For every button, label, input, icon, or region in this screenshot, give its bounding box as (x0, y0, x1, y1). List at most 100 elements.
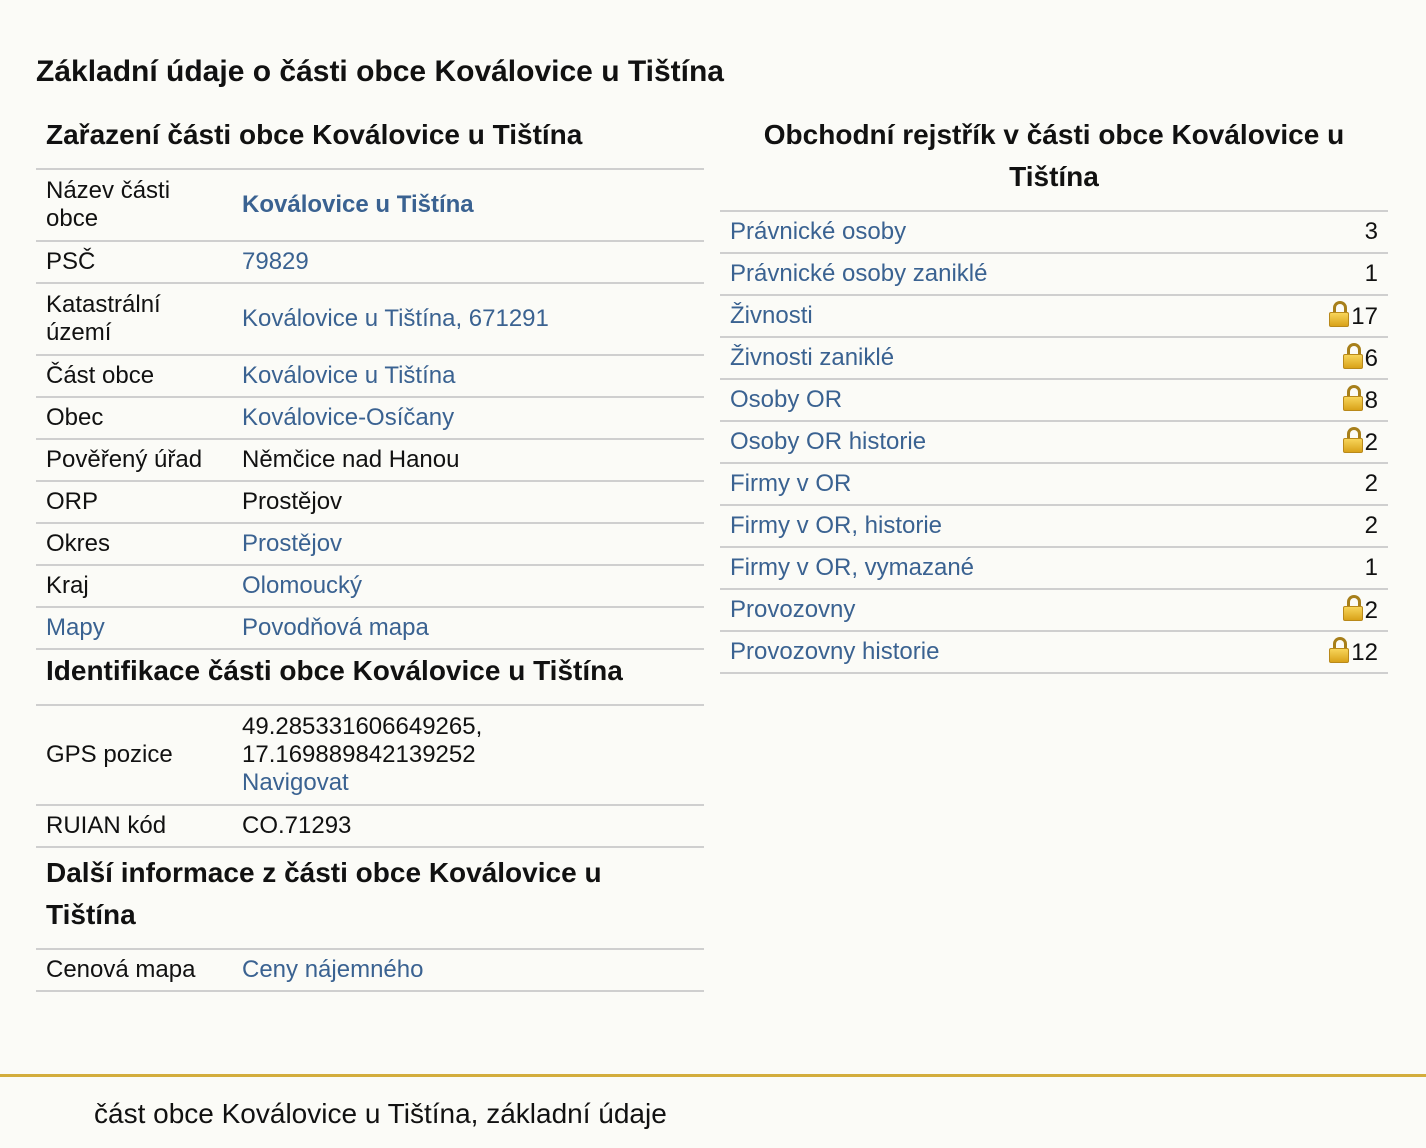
page: Základní údaje o části obce Koválovice u… (0, 0, 1426, 1148)
identifikace-table: GPS pozice 49.285331606649265, 17.169889… (36, 706, 704, 848)
register-count: 3 (1364, 218, 1378, 245)
register-item-link[interactable]: Živnosti zaniklé (730, 344, 894, 371)
left-column: Zařazení části obce Koválovice u Tištína… (36, 110, 704, 992)
table-row: Kraj Olomoucký (36, 565, 704, 608)
navigate-link[interactable]: Navigovat (242, 769, 349, 796)
row-label: Název části obce (36, 170, 232, 242)
register-item-link[interactable]: Firmy v OR, vymazané (730, 554, 974, 581)
register-item-link[interactable]: Provozovny historie (730, 638, 939, 665)
table-row: Živnosti 17 (720, 295, 1388, 338)
cadastral-area-link[interactable]: Koválovice u Tištína, 671291 (242, 305, 549, 332)
register-item-link[interactable]: Živnosti (730, 302, 813, 329)
register-count: 2 (1364, 470, 1378, 497)
row-label: Okres (36, 523, 232, 566)
register-count-cell: 2 (1248, 589, 1388, 632)
register-count-cell: 1 (1248, 253, 1388, 296)
register-item-link[interactable]: Právnické osoby (730, 218, 906, 245)
register-count: 8 (1364, 387, 1378, 414)
table-row: Část obce Koválovice u Tištína (36, 355, 704, 398)
gps-latitude: 49.285331606649265, (242, 713, 483, 740)
table-row: PSČ 79829 (36, 241, 704, 284)
row-label: Cenová mapa (36, 950, 232, 992)
municipality-link[interactable]: Koválovice-Osíčany (242, 404, 454, 431)
district-link[interactable]: Prostějov (242, 530, 342, 557)
register-item-link[interactable]: Firmy v OR (730, 470, 851, 497)
lock-icon (1329, 301, 1350, 327)
row-label: Obec (36, 397, 232, 440)
section-title-identifikace: Identifikace části obce Koválovice u Tiš… (36, 650, 704, 706)
table-row: GPS pozice 49.285331606649265, 17.169889… (36, 706, 704, 806)
right-column: Obchodní rejstřík v části obce Koválovic… (720, 110, 1388, 674)
gps-longitude: 17.169889842139252 (242, 741, 476, 768)
dalsi-table: Cenová mapa Ceny nájemného (36, 950, 704, 992)
lock-icon (1342, 595, 1363, 621)
section-title-zarazeni: Zařazení části obce Koválovice u Tištína (36, 110, 704, 170)
table-row: ORP Prostějov (36, 481, 704, 524)
section-title-rejstrik: Obchodní rejstřík v části obce Koválovic… (720, 110, 1388, 212)
table-row: Právnické osoby zaniklé 1 (720, 253, 1388, 296)
table-row: RUIAN kód CO.71293 (36, 805, 704, 848)
register-count: 2 (1364, 429, 1378, 456)
register-item-link[interactable]: Firmy v OR, historie (730, 512, 942, 539)
register-count-cell: 17 (1248, 295, 1388, 338)
part-name-link[interactable]: Koválovice u Tištína (242, 191, 474, 218)
register-count: 2 (1364, 597, 1378, 624)
page-title: Základní údaje o části obce Koválovice u… (36, 55, 724, 88)
register-count-cell: 3 (1248, 212, 1388, 254)
table-row: Živnosti zaniklé 6 (720, 337, 1388, 380)
footer-divider (0, 1074, 1426, 1077)
register-item-link[interactable]: Osoby OR historie (730, 428, 926, 455)
row-label: Kraj (36, 565, 232, 608)
table-row: Obec Koválovice-Osíčany (36, 397, 704, 440)
register-count-cell: 8 (1248, 379, 1388, 422)
lock-icon (1342, 343, 1363, 369)
register-count-cell: 2 (1248, 463, 1388, 506)
register-count: 1 (1364, 260, 1378, 287)
flood-map-link[interactable]: Povodňová mapa (242, 614, 429, 641)
part-link[interactable]: Koválovice u Tištína (242, 362, 455, 389)
row-label: Pověřený úřad (36, 439, 232, 482)
register-count: 2 (1364, 512, 1378, 539)
table-row: Mapy Povodňová mapa (36, 607, 704, 650)
register-item-link[interactable]: Osoby OR (730, 386, 842, 413)
region-link[interactable]: Olomoucký (242, 572, 362, 599)
register-count-cell: 2 (1248, 505, 1388, 548)
row-label: ORP (36, 481, 232, 524)
lock-icon (1342, 385, 1363, 411)
gps-value: 49.285331606649265, 17.169889842139252 N… (232, 706, 704, 806)
table-row: Okres Prostějov (36, 523, 704, 566)
row-label: Část obce (36, 355, 232, 398)
table-row: Právnické osoby 3 (720, 212, 1388, 254)
zarazeni-table: Název části obce Koválovice u Tištína PS… (36, 170, 704, 650)
table-row: Pověřený úřad Němčice nad Hanou (36, 439, 704, 482)
register-count: 12 (1351, 639, 1378, 666)
footer-text: část obce Koválovice u Tištína, základní… (94, 1098, 667, 1129)
register-count-cell: 1 (1248, 547, 1388, 590)
row-label: GPS pozice (36, 706, 232, 806)
table-row: Název části obce Koválovice u Tištína (36, 170, 704, 242)
register-count: 6 (1364, 345, 1378, 372)
register-count-cell: 2 (1248, 421, 1388, 464)
lock-icon (1342, 427, 1363, 453)
maps-link[interactable]: Mapy (46, 614, 105, 641)
register-count-cell: 6 (1248, 337, 1388, 380)
row-value: Prostějov (232, 481, 704, 524)
rejstrik-table: Právnické osoby 3 Právnické osoby zaniklé 1… (720, 212, 1388, 674)
register-count: 17 (1351, 303, 1378, 330)
rent-prices-link[interactable]: Ceny nájemného (242, 956, 423, 983)
table-row: Firmy v OR 2 (720, 463, 1388, 506)
table-row: Firmy v OR, vymazané 1 (720, 547, 1388, 590)
register-count: 1 (1364, 554, 1378, 581)
table-row: Osoby OR historie 2 (720, 421, 1388, 464)
ruian-value: CO.71293 (232, 805, 704, 848)
psc-link[interactable]: 79829 (242, 248, 309, 275)
register-item-link[interactable]: Provozovny (730, 596, 855, 623)
table-row: Katastrální území Koválovice u Tištína, … (36, 283, 704, 356)
register-item-link[interactable]: Právnické osoby zaniklé (730, 260, 987, 287)
table-row: Osoby OR 8 (720, 379, 1388, 422)
register-count-cell: 12 (1248, 631, 1388, 674)
row-label: Katastrální území (36, 283, 232, 356)
table-row: Provozovny historie 12 (720, 631, 1388, 674)
table-row: Firmy v OR, historie 2 (720, 505, 1388, 548)
row-label: PSČ (36, 241, 232, 284)
